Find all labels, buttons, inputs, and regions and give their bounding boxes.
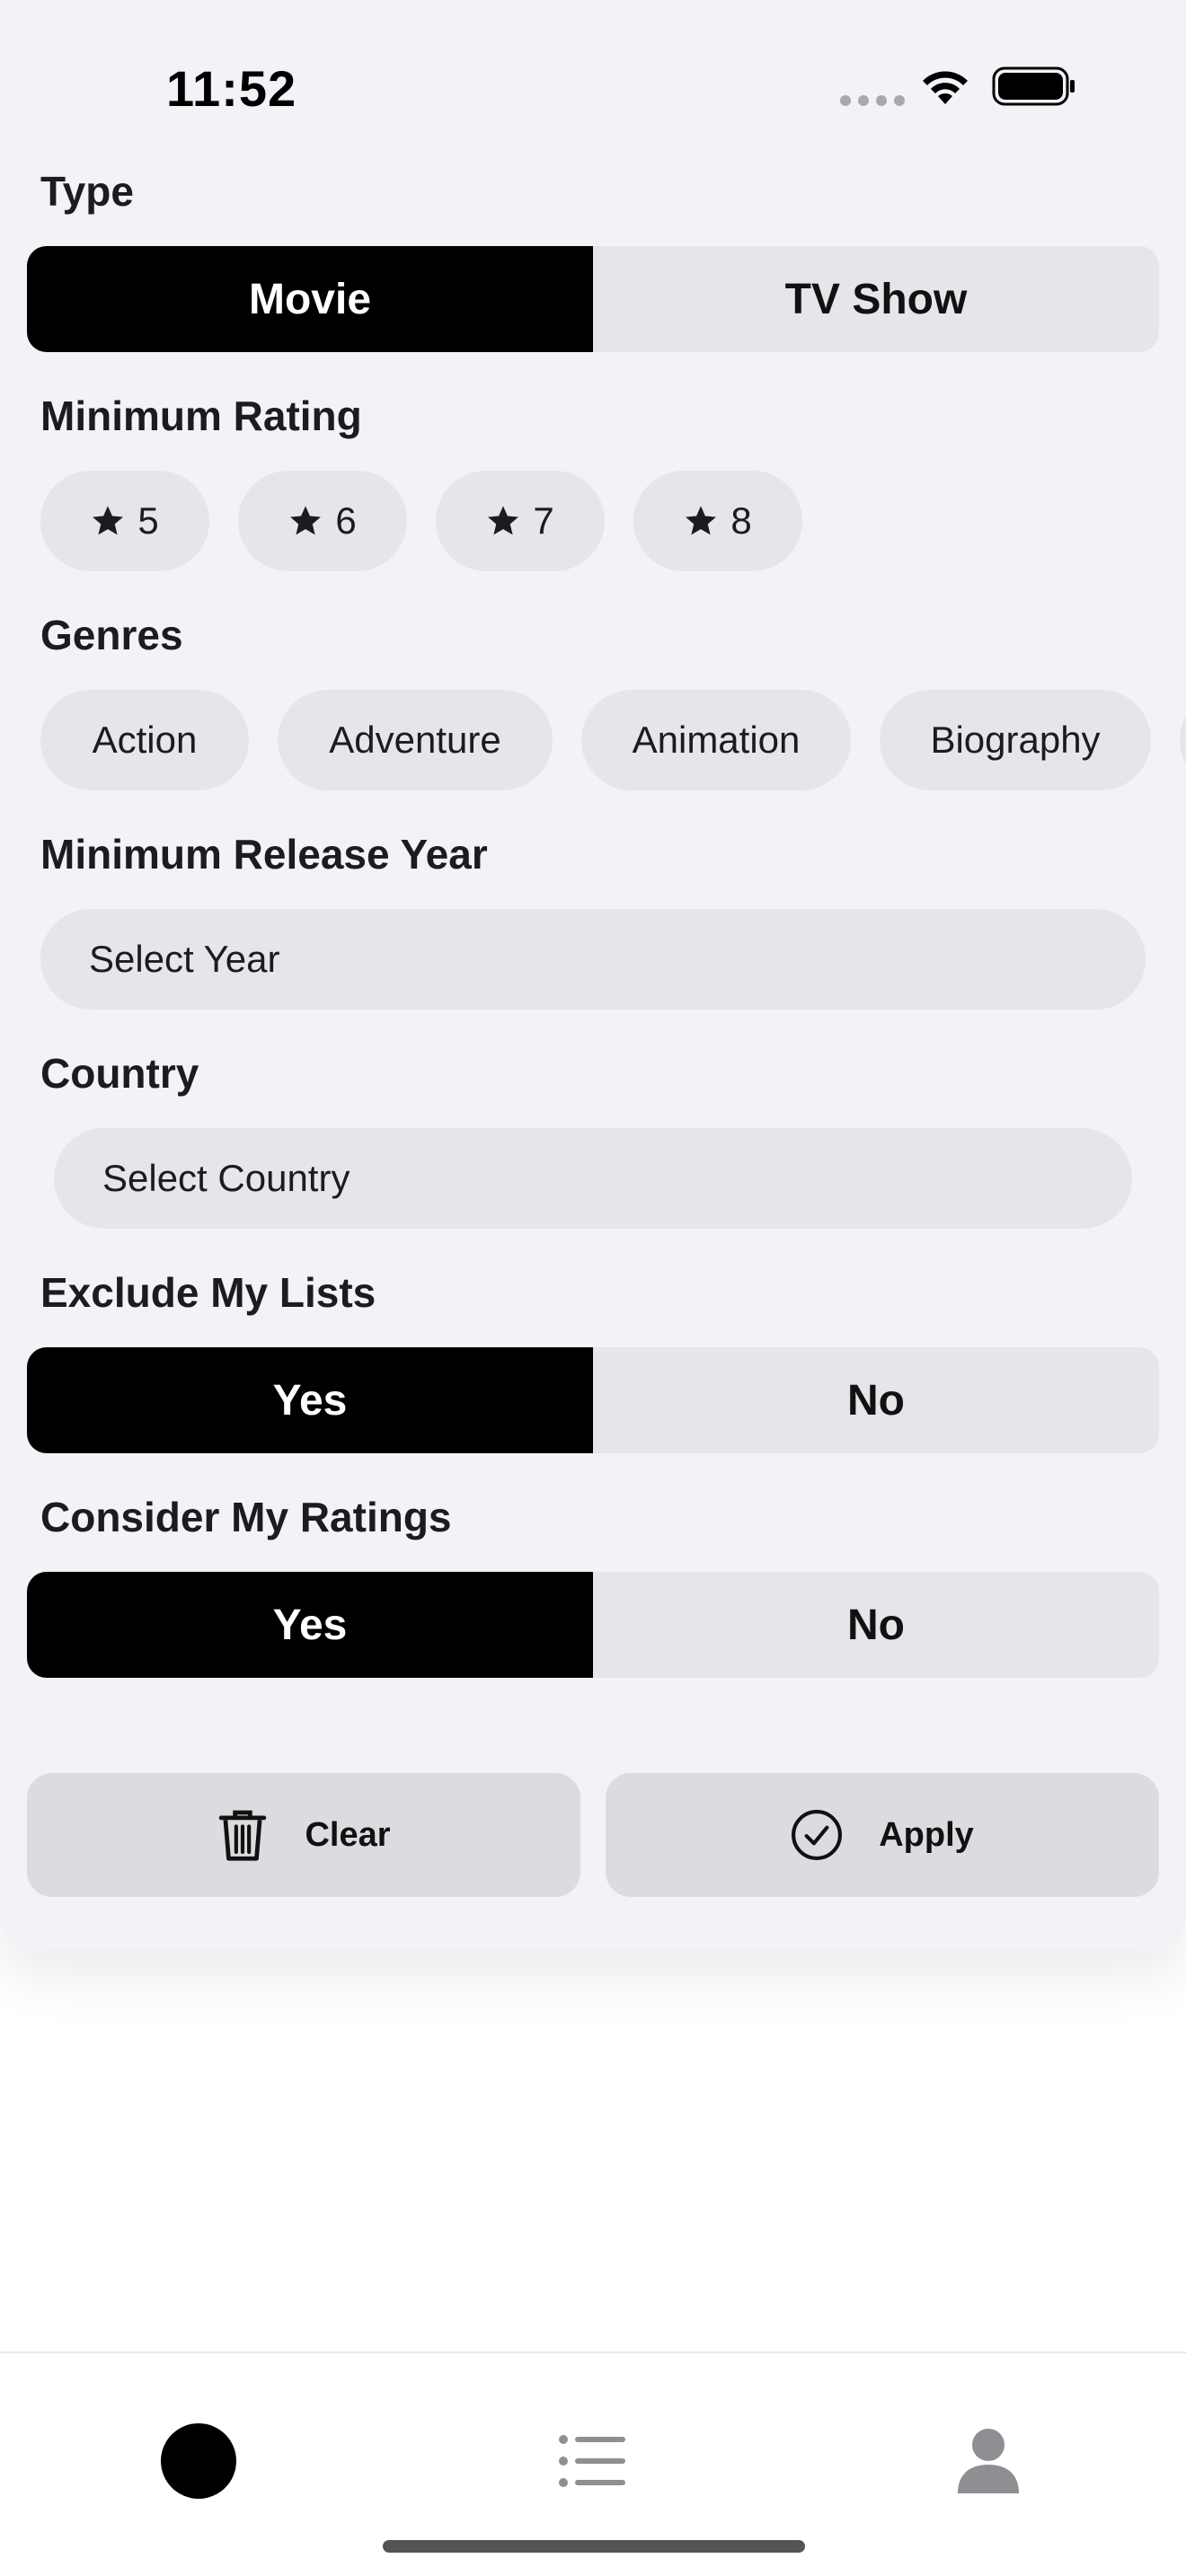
wifi-icon — [923, 71, 968, 104]
tab-home[interactable] — [145, 2407, 252, 2515]
filter-sheet: 11:52 Type Movie TV Show Minimum Rating … — [0, 0, 1186, 1951]
rating-chip-5[interactable]: 5 — [40, 471, 209, 571]
trash-icon — [219, 1810, 267, 1861]
tab-lists[interactable] — [539, 2407, 647, 2515]
consider-my-ratings-yes[interactable]: Yes — [27, 1572, 593, 1678]
battery-icon — [992, 66, 1075, 106]
minimum-release-year-label: Minimum Release Year — [40, 831, 488, 878]
star-icon — [93, 506, 124, 535]
genre-chip-biography[interactable]: Biography — [880, 690, 1151, 790]
exclude-my-lists-label: Exclude My Lists — [40, 1269, 376, 1316]
cellular-signal-icon — [840, 95, 905, 106]
exclude-my-lists-no[interactable]: No — [593, 1347, 1159, 1453]
genre-chip-action[interactable]: Action — [40, 690, 249, 790]
list-icon — [559, 2435, 625, 2487]
genre-chip-partial[interactable] — [1180, 690, 1186, 790]
status-time: 11:52 — [166, 60, 297, 117]
rating-chip-value: 5 — [137, 499, 159, 542]
type-label: Type — [40, 168, 134, 215]
genre-chip-animation[interactable]: Animation — [581, 690, 851, 790]
home-indicator — [383, 2540, 805, 2553]
star-icon — [488, 506, 519, 535]
apply-button[interactable]: Apply — [606, 1773, 1159, 1897]
type-option-tv-show[interactable]: TV Show — [593, 246, 1159, 352]
type-option-movie[interactable]: Movie — [27, 246, 593, 352]
rating-chip-row: 5 6 7 8 — [40, 471, 802, 571]
country-select[interactable]: Select Country — [54, 1128, 1132, 1229]
checkmark-circle-icon — [792, 1810, 843, 1860]
rating-chip-7[interactable]: 7 — [436, 471, 605, 571]
apply-button-label: Apply — [879, 1815, 974, 1854]
star-icon — [686, 506, 717, 535]
rating-chip-8[interactable]: 8 — [633, 471, 802, 571]
minimum-rating-label: Minimum Rating — [40, 393, 362, 439]
rating-chip-value: 6 — [335, 499, 357, 542]
tab-profile[interactable] — [934, 2407, 1042, 2515]
person-icon — [958, 2429, 1019, 2493]
genre-chip-adventure[interactable]: Adventure — [278, 690, 553, 790]
consider-my-ratings-label: Consider My Ratings — [40, 1494, 452, 1540]
exclude-my-lists-yes[interactable]: Yes — [27, 1347, 593, 1453]
rating-chip-6[interactable]: 6 — [238, 471, 407, 571]
genre-scroll[interactable]: Action Adventure Animation Biography — [0, 690, 1186, 790]
year-select[interactable]: Select Year — [40, 909, 1146, 1010]
genres-label: Genres — [40, 612, 183, 658]
consider-my-ratings-no[interactable]: No — [593, 1572, 1159, 1678]
exclude-my-lists-segmented-control: Yes No — [27, 1347, 1159, 1453]
rating-chip-value: 8 — [730, 499, 752, 542]
clear-button-label: Clear — [305, 1815, 391, 1854]
rating-chip-value: 7 — [533, 499, 554, 542]
country-label: Country — [40, 1050, 199, 1097]
consider-my-ratings-segmented-control: Yes No — [27, 1572, 1159, 1678]
clear-button[interactable]: Clear — [27, 1773, 580, 1897]
type-segmented-control: Movie TV Show — [27, 246, 1159, 352]
circle-icon — [161, 2423, 236, 2499]
star-icon — [290, 506, 322, 535]
